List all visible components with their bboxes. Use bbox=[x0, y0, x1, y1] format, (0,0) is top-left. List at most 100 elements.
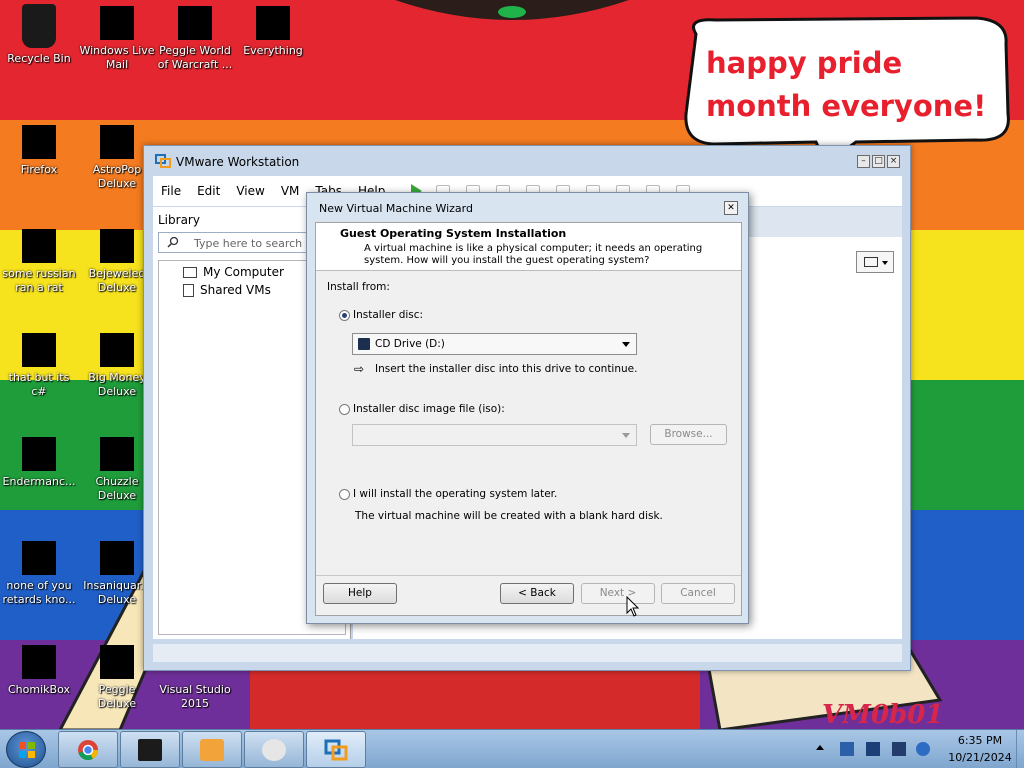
game-icon bbox=[100, 541, 134, 575]
iso-file-radio[interactable] bbox=[339, 404, 350, 415]
wizard-header: Guest Operating System Installation A vi… bbox=[316, 223, 741, 271]
app-icon bbox=[22, 645, 56, 679]
volume-icon[interactable] bbox=[916, 742, 930, 756]
divider bbox=[316, 575, 741, 576]
maximize-button[interactable]: □ bbox=[872, 155, 885, 168]
installer-disc-label[interactable]: Installer disc: bbox=[353, 309, 423, 321]
show-desktop-button[interactable] bbox=[1016, 730, 1024, 768]
firefox-icon bbox=[22, 125, 56, 159]
browse-button[interactable]: Browse... bbox=[650, 424, 727, 445]
vmware-icon bbox=[324, 739, 348, 761]
taskbar: 6:35 PM 10/21/2024 bbox=[0, 729, 1024, 768]
status-bar bbox=[153, 644, 902, 662]
app-icon bbox=[22, 229, 56, 263]
game-icon bbox=[100, 125, 134, 159]
view-dropdown-button[interactable] bbox=[856, 251, 894, 273]
search-icon bbox=[167, 236, 179, 248]
app-icon bbox=[22, 541, 56, 575]
help-button[interactable]: Help bbox=[323, 583, 397, 604]
wizard-header-title: Guest Operating System Installation bbox=[340, 227, 567, 240]
desktop-icon-endermanc[interactable]: Endermanc... bbox=[0, 431, 78, 489]
vmware-title: VMware Workstation bbox=[176, 155, 300, 169]
display-icon[interactable] bbox=[892, 742, 906, 756]
search-placeholder: Type here to search bbox=[194, 237, 303, 250]
start-button[interactable] bbox=[6, 731, 46, 768]
chevron-down-icon bbox=[622, 342, 630, 347]
chevron-down-icon bbox=[882, 261, 888, 265]
clock-date: 10/21/2024 bbox=[948, 751, 1012, 764]
install-from-label: Install from: bbox=[327, 281, 390, 293]
desktop-icon-russian-rat[interactable]: some russian ran a rat bbox=[0, 223, 78, 295]
game-icon bbox=[100, 645, 134, 679]
taskbar-clock[interactable]: 6:35 PM 10/21/2024 bbox=[940, 732, 1020, 766]
iso-file-label[interactable]: Installer disc image file (iso): bbox=[353, 403, 505, 415]
tree-item-my-computer[interactable]: My Computer bbox=[183, 265, 284, 279]
game-icon bbox=[100, 333, 134, 367]
desktop-icon-chomikbox[interactable]: ChomikBox bbox=[0, 639, 78, 697]
installer-disc-radio[interactable] bbox=[339, 310, 350, 321]
display-icon bbox=[864, 257, 878, 267]
disc-hint-text: Insert the installer disc into this driv… bbox=[375, 363, 638, 375]
desktop-icon-everything[interactable]: Everything bbox=[234, 0, 312, 58]
disc-image-icon bbox=[262, 739, 286, 761]
back-button[interactable]: < Back bbox=[500, 583, 574, 604]
vmware-icon bbox=[155, 154, 171, 168]
search-app-icon bbox=[256, 6, 290, 40]
taskbar-chrome[interactable] bbox=[58, 731, 118, 768]
arrow-right-icon: ⇨ bbox=[354, 362, 365, 376]
speech-bubble: happy pride month everyone! bbox=[676, 14, 1014, 150]
wizard-title: New Virtual Machine Wizard bbox=[319, 202, 473, 215]
desktop-icon-recycle-bin[interactable]: Recycle Bin bbox=[0, 0, 78, 66]
wizard-close-button[interactable]: ✕ bbox=[724, 201, 738, 215]
watermark-text: VM0b01 bbox=[822, 700, 944, 730]
menu-edit[interactable]: Edit bbox=[189, 184, 228, 198]
next-button[interactable]: Next > bbox=[581, 583, 655, 604]
cancel-button[interactable]: Cancel bbox=[661, 583, 735, 604]
minimize-button[interactable]: – bbox=[857, 155, 870, 168]
desktop-icon-none-of-you[interactable]: none of you retards kno... bbox=[0, 535, 78, 607]
clock-time: 6:35 PM bbox=[957, 734, 1003, 747]
cd-drive-icon bbox=[358, 338, 370, 350]
media-player-icon bbox=[200, 739, 224, 761]
show-hidden-icons-icon[interactable] bbox=[816, 745, 824, 750]
iso-path-select[interactable] bbox=[352, 424, 637, 446]
install-later-radio[interactable] bbox=[339, 489, 350, 500]
close-button[interactable]: × bbox=[887, 155, 900, 168]
wizard-body: Guest Operating System Installation A vi… bbox=[315, 222, 742, 616]
mail-icon bbox=[100, 6, 134, 40]
game-icon bbox=[100, 229, 134, 263]
desktop-icon-that-but-csharp[interactable]: that but its c# bbox=[0, 327, 78, 399]
desktop-icon-peggle-wow[interactable]: Peggle World of Warcraft ... bbox=[156, 0, 234, 72]
menu-view[interactable]: View bbox=[228, 184, 272, 198]
wizard-header-description: A virtual machine is like a physical com… bbox=[364, 243, 703, 266]
tray-app-icon[interactable] bbox=[840, 742, 854, 756]
app-icon bbox=[22, 437, 56, 471]
speech-bubble-text: happy pride month everyone! bbox=[706, 46, 987, 123]
app-icon bbox=[22, 333, 56, 367]
taskbar-terminal[interactable] bbox=[120, 731, 180, 768]
desktop-icon-windows-live-mail[interactable]: Windows Live Mail bbox=[78, 0, 156, 72]
drive-select-value: CD Drive (D:) bbox=[375, 338, 445, 350]
taskbar-disc-image[interactable] bbox=[244, 731, 304, 768]
terminal-icon bbox=[138, 739, 162, 761]
game-icon bbox=[178, 6, 212, 40]
install-later-description: The virtual machine will be created with… bbox=[355, 510, 663, 522]
chevron-down-icon bbox=[622, 433, 630, 438]
taskbar-vmware[interactable] bbox=[306, 731, 366, 768]
chrome-icon bbox=[78, 740, 99, 761]
library-heading: Library bbox=[158, 213, 200, 227]
menu-vm[interactable]: VM bbox=[273, 184, 308, 198]
mouse-cursor-icon bbox=[626, 596, 640, 617]
network-icon[interactable] bbox=[866, 742, 880, 756]
vmware-titlebar[interactable]: VMware Workstation – □ × bbox=[144, 146, 910, 176]
windows-logo-icon bbox=[19, 742, 35, 758]
menu-file[interactable]: File bbox=[153, 184, 189, 198]
desktop-icon-firefox[interactable]: Firefox bbox=[0, 119, 78, 177]
taskbar-media-player[interactable] bbox=[182, 731, 242, 768]
install-later-label[interactable]: I will install the operating system late… bbox=[353, 488, 557, 500]
drive-select[interactable]: CD Drive (D:) bbox=[352, 333, 637, 355]
game-icon bbox=[100, 437, 134, 471]
computer-icon bbox=[183, 266, 197, 278]
shared-vms-icon bbox=[183, 283, 194, 297]
tree-item-shared-vms[interactable]: Shared VMs bbox=[183, 283, 271, 297]
